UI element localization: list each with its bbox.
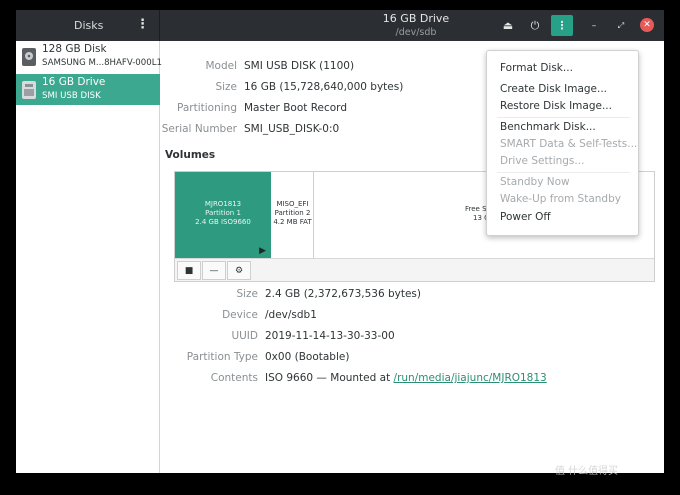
- sidebar-header: Disks ⋮: [16, 10, 160, 41]
- menu-separator: [497, 117, 630, 118]
- stop-icon: ■: [184, 265, 194, 276]
- disks-window: Disks ⋮ 16 GB Drive /dev/sdb ⏏ ⏻ ⋮ – ⤢ ✕: [16, 10, 664, 473]
- partition-1[interactable]: MJRO1813 Partition 1 2.4 GB ISO9660 ▶: [175, 172, 271, 258]
- minimize-button[interactable]: –: [583, 15, 605, 36]
- device-value: /dev/sdb1: [265, 309, 317, 321]
- delete-partition-button[interactable]: —: [202, 261, 226, 280]
- close-button[interactable]: ✕: [640, 18, 654, 32]
- close-icon: ✕: [643, 20, 651, 30]
- usb-drive-icon: [22, 81, 36, 99]
- uuid-label: UUID: [231, 330, 258, 342]
- menu-item-drive-settings: Drive Settings...: [500, 155, 585, 167]
- contents-label: Contents: [210, 372, 258, 384]
- volume-size-value: 2.4 GB (2,372,673,536 bytes): [265, 288, 421, 300]
- disk-name: 128 GB Disk: [42, 43, 107, 55]
- eject-icon: ⏏: [502, 19, 514, 32]
- model-label: Model: [205, 60, 237, 72]
- partitioning-label: Partitioning: [177, 102, 237, 114]
- menu-item-format-disk[interactable]: Format Disk...: [500, 62, 573, 74]
- partition-2[interactable]: MISO_EFI Partition 2 4.2 MB FAT: [271, 172, 314, 258]
- hard-disk-icon: [22, 48, 36, 66]
- watermark: 值 什么值得买: [555, 466, 619, 477]
- device-label: Device: [222, 309, 258, 321]
- eject-button[interactable]: ⏏: [497, 15, 519, 36]
- app-menu-button[interactable]: ⋮: [136, 17, 149, 32]
- unmount-button[interactable]: ■: [177, 261, 201, 280]
- menu-separator: [497, 172, 630, 173]
- header-bar: Disks ⋮ 16 GB Drive /dev/sdb ⏏ ⏻ ⋮ – ⤢ ✕: [16, 10, 664, 41]
- uuid-value: 2019-11-14-13-30-33-00: [265, 330, 395, 342]
- partition-type-label: Partition Type: [186, 351, 258, 363]
- vertical-dots-icon: ⋮: [556, 19, 568, 32]
- menu-item-power-off[interactable]: Power Off: [500, 211, 551, 223]
- menu-item-standby-now: Standby Now: [500, 176, 570, 188]
- drive-menu-button[interactable]: ⋮: [551, 15, 573, 36]
- partition-number: Partition 1: [205, 209, 241, 217]
- size-label: Size: [215, 81, 237, 93]
- disk-item-16gb[interactable]: 16 GB Drive SMI USB DISK: [16, 74, 160, 105]
- menu-item-create-disk-image[interactable]: Create Disk Image...: [500, 83, 607, 95]
- disk-model: SAMSUNG M...8HAFV-000L1: [42, 58, 162, 68]
- drive-title: 16 GB Drive: [382, 12, 450, 25]
- minus-icon: —: [209, 265, 219, 276]
- drive-menu-popover: Format Disk... Create Disk Image... Rest…: [486, 50, 639, 236]
- partitioning-value: Master Boot Record: [244, 102, 347, 114]
- partition-settings-button[interactable]: ⚙: [227, 261, 251, 280]
- mounted-indicator-icon: ▶: [259, 246, 266, 256]
- size-value: 16 GB (15,728,640,000 bytes): [244, 81, 404, 93]
- menu-item-restore-disk-image[interactable]: Restore Disk Image...: [500, 100, 612, 112]
- serial-label: Serial Number: [161, 123, 237, 135]
- partition-type-value: 0x00 (Bootable): [265, 351, 350, 363]
- disk-model: SMI USB DISK: [42, 91, 101, 101]
- menu-item-wake-up: Wake-Up from Standby: [500, 193, 621, 205]
- contents-value: ISO 9660 — Mounted at: [265, 372, 394, 384]
- model-value: SMI USB DISK (1100): [244, 60, 355, 72]
- menu-item-smart-data: SMART Data & Self-Tests...: [500, 138, 638, 150]
- volume-toolbar: ■ — ⚙: [175, 258, 654, 281]
- drive-path: /dev/sdb: [395, 27, 437, 38]
- partition-label: MISO_EFI: [276, 200, 309, 208]
- gears-icon: ⚙: [234, 265, 244, 276]
- partition-number: Partition 2: [274, 209, 311, 217]
- app-title: Disks: [74, 19, 104, 32]
- vertical-dots-icon: ⋮: [136, 17, 149, 32]
- partition-label: MJRO1813: [204, 200, 242, 208]
- mount-point-link[interactable]: /run/media/jiajunc/MJRO1813: [394, 372, 547, 384]
- disk-list: 128 GB Disk SAMSUNG M...8HAFV-000L1 16 G…: [16, 41, 162, 473]
- maximize-icon: ⤢: [617, 20, 625, 30]
- power-off-button[interactable]: ⏻: [524, 15, 546, 36]
- volumes-heading: Volumes: [165, 149, 216, 161]
- partition-size: 4.2 MB FAT: [273, 218, 312, 226]
- partition-size: 2.4 GB ISO9660: [195, 218, 251, 226]
- disk-item-128gb[interactable]: 128 GB Disk SAMSUNG M...8HAFV-000L1: [16, 41, 162, 72]
- power-icon: ⏻: [530, 18, 540, 32]
- serial-value: SMI_USB_DISK-0:0: [244, 123, 340, 135]
- menu-item-benchmark-disk[interactable]: Benchmark Disk...: [500, 121, 596, 133]
- maximize-button[interactable]: ⤢: [610, 15, 632, 36]
- disk-name: 16 GB Drive: [42, 76, 106, 88]
- minimize-icon: –: [591, 20, 597, 31]
- volume-size-label: Size: [236, 288, 258, 300]
